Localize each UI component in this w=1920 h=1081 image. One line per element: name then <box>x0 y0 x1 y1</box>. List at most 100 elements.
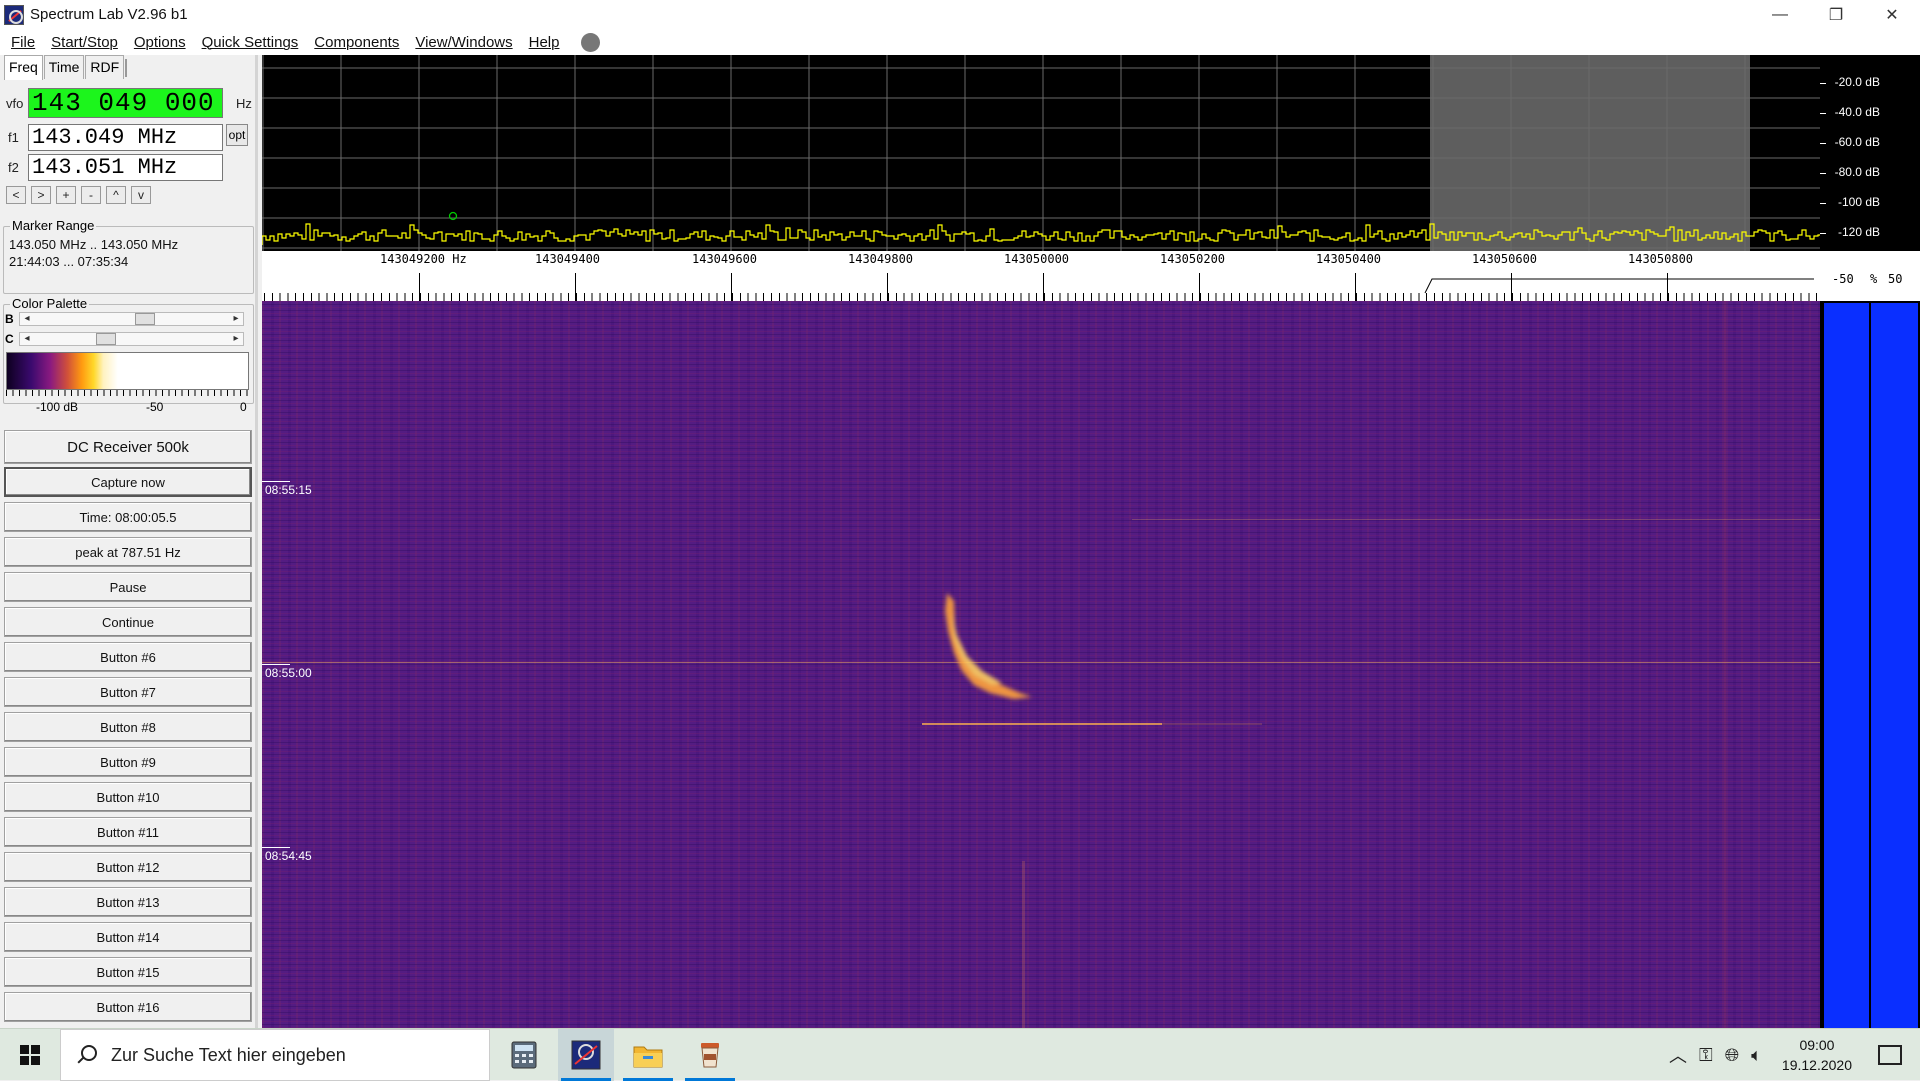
db-label: -100 dB <box>1837 195 1880 209</box>
taskbar-clock[interactable]: 09:00 19.12.2020 <box>1782 1035 1852 1075</box>
nav-minus-button[interactable]: - <box>81 186 101 204</box>
vfo-frequency-field[interactable]: 143 049 000 <box>28 88 223 118</box>
menu-options[interactable]: Options <box>126 34 194 51</box>
close-button[interactable]: ✕ <box>1864 0 1920 29</box>
waterfall-time-label: 08:55:00 <box>265 666 312 680</box>
color-palette-title: Color Palette <box>10 296 90 311</box>
taskbar-app-coffee[interactable] <box>682 1029 738 1081</box>
notification-center-icon[interactable] <box>1878 1045 1902 1065</box>
taskbar-search-placeholder: Zur Suche Text hier eingeben <box>111 1044 346 1065</box>
button-15[interactable]: Button #15 <box>4 957 252 987</box>
calculator-icon <box>511 1041 537 1069</box>
slider-left-arrow-icon[interactable]: ◂ <box>20 313 34 325</box>
taskbar-search-box[interactable]: Zur Suche Text hier eingeben <box>60 1029 490 1081</box>
network-disconnected-icon[interactable]: ⚿ <box>1699 1045 1713 1066</box>
window-title: Spectrum Lab V2.96 b1 <box>30 6 188 23</box>
button-7[interactable]: Button #7 <box>4 677 252 707</box>
chevron-up-icon[interactable]: ︿ <box>1669 1042 1687 1068</box>
system-tray: ︿ ⚿ 🌐︎ 🔈︎ 09:00 19.12.2020 <box>1669 1029 1920 1081</box>
db-tick <box>1820 203 1826 204</box>
tab-time[interactable]: Time <box>43 55 85 79</box>
tab-freq[interactable]: Freq <box>4 55 43 80</box>
button-11[interactable]: Button #11 <box>4 817 252 847</box>
restore-button[interactable]: ❐ <box>1808 0 1864 29</box>
spectrum-trace <box>262 223 1820 245</box>
taskbar-app-spectrum-lab[interactable] <box>558 1029 614 1081</box>
brightness-slider[interactable]: ◂ ▸ <box>19 312 244 326</box>
db-tick <box>1820 83 1826 84</box>
spectrum-display[interactable] <box>262 55 1820 251</box>
button-6[interactable]: Button #6 <box>4 642 252 672</box>
f1-frequency-field[interactable]: 143.049 MHz <box>28 124 223 151</box>
marker-range-group: Marker Range 143.050 MHz .. 143.050 MHz … <box>3 218 254 294</box>
f2-frequency-field[interactable]: 143.051 MHz <box>28 154 223 181</box>
record-status-icon[interactable] <box>581 32 601 52</box>
button-13[interactable]: Button #13 <box>4 887 252 917</box>
tab-rdf[interactable]: RDF <box>85 55 125 79</box>
slider-left-arrow-icon[interactable]: ◂ <box>20 333 34 345</box>
menu-bar: File Start/Stop Options Quick Settings C… <box>0 29 1920 55</box>
time-button[interactable]: Time: 08:00:05.5 <box>4 502 252 532</box>
button-16[interactable]: Button #16 <box>4 992 252 1022</box>
palette-scale-max: 0 <box>240 400 247 414</box>
menu-quick-settings[interactable]: Quick Settings <box>194 34 307 51</box>
waterfall-display[interactable]: 08:55:15 08:55:00 08:54:45 <box>262 301 1820 1028</box>
db-scale: -20.0 dB -40.0 dB -60.0 dB -80.0 dB -100… <box>1820 55 1920 251</box>
palette-scale-min: -100 dB <box>36 400 79 414</box>
db-tick <box>1820 113 1826 114</box>
marker-range-time: 21:44:03 ... 07:35:34 <box>9 254 129 269</box>
button-8[interactable]: Button #8 <box>4 712 252 742</box>
menu-components[interactable]: Components <box>306 34 407 51</box>
nav-plus-button[interactable]: + <box>56 186 76 204</box>
db-label: -80.0 dB <box>1834 165 1880 179</box>
speaker-icon[interactable]: 🔈︎ <box>1751 1045 1762 1066</box>
menu-file[interactable]: File <box>3 34 43 51</box>
nav-right-button[interactable]: > <box>31 186 51 204</box>
nav-down-button[interactable]: v <box>131 186 151 204</box>
opt-button[interactable]: opt <box>226 124 248 146</box>
button-9[interactable]: Button #9 <box>4 747 252 777</box>
marker-range-title: Marker Range <box>10 218 97 233</box>
start-button[interactable] <box>0 1029 60 1081</box>
taskbar-app-calculator[interactable] <box>496 1029 552 1081</box>
button-12[interactable]: Button #12 <box>4 852 252 882</box>
button-14[interactable]: Button #14 <box>4 922 252 952</box>
waterfall-time-label: 08:55:15 <box>265 483 312 497</box>
level-indicator-marker <box>1869 303 1871 1028</box>
contrast-slider-thumb[interactable] <box>95 333 116 345</box>
contrast-slider-row: C ◂ ▸ <box>5 332 244 346</box>
globe-icon[interactable]: 🌐︎ <box>1725 1045 1739 1066</box>
nav-up-button[interactable]: ^ <box>106 186 126 204</box>
app-icon <box>4 4 24 25</box>
waterfall-time-tick <box>262 664 290 665</box>
title-bar: Spectrum Lab V2.96 b1 — ❐ ✕ <box>0 0 1920 29</box>
slider-right-arrow-icon[interactable]: ▸ <box>229 333 243 345</box>
nav-left-button[interactable]: < <box>6 186 26 204</box>
menu-view-windows[interactable]: View/Windows <box>407 34 520 51</box>
dc-receiver-button[interactable]: DC Receiver 500k <box>4 430 252 464</box>
menu-start-stop[interactable]: Start/Stop <box>43 34 126 51</box>
waterfall-time-tick <box>262 847 290 848</box>
frequency-axis[interactable]: 143049200 Hz 143049400 143049600 1430498… <box>262 251 1820 301</box>
passband-marker <box>1424 278 1814 294</box>
pause-button[interactable]: Pause <box>4 572 252 602</box>
left-control-panel: Freq Time RDF vfo 143 049 000 Hz f1 143.… <box>0 55 258 1028</box>
taskbar-app-file-explorer[interactable] <box>620 1029 676 1081</box>
contrast-slider[interactable]: ◂ ▸ <box>19 332 244 346</box>
brightness-slider-row: B ◂ ▸ <box>5 312 244 326</box>
color-palette-gradient[interactable] <box>6 352 249 390</box>
brightness-slider-thumb[interactable] <box>134 313 155 325</box>
palette-scale-mid: -50 <box>146 400 164 414</box>
minimize-button[interactable]: — <box>1752 0 1808 29</box>
level-axis-unit: % <box>1870 272 1878 286</box>
slider-right-arrow-icon[interactable]: ▸ <box>229 313 243 325</box>
level-indicator <box>1820 301 1920 1028</box>
peak-button[interactable]: peak at 787.51 Hz <box>4 537 252 567</box>
db-label: -40.0 dB <box>1834 105 1880 119</box>
button-10[interactable]: Button #10 <box>4 782 252 812</box>
coffee-app-icon <box>701 1043 719 1068</box>
continue-button[interactable]: Continue <box>4 607 252 637</box>
menu-help[interactable]: Help <box>521 34 568 51</box>
capture-now-button[interactable]: Capture now <box>4 467 252 497</box>
level-axis: -50 % 50 <box>1820 251 1920 301</box>
